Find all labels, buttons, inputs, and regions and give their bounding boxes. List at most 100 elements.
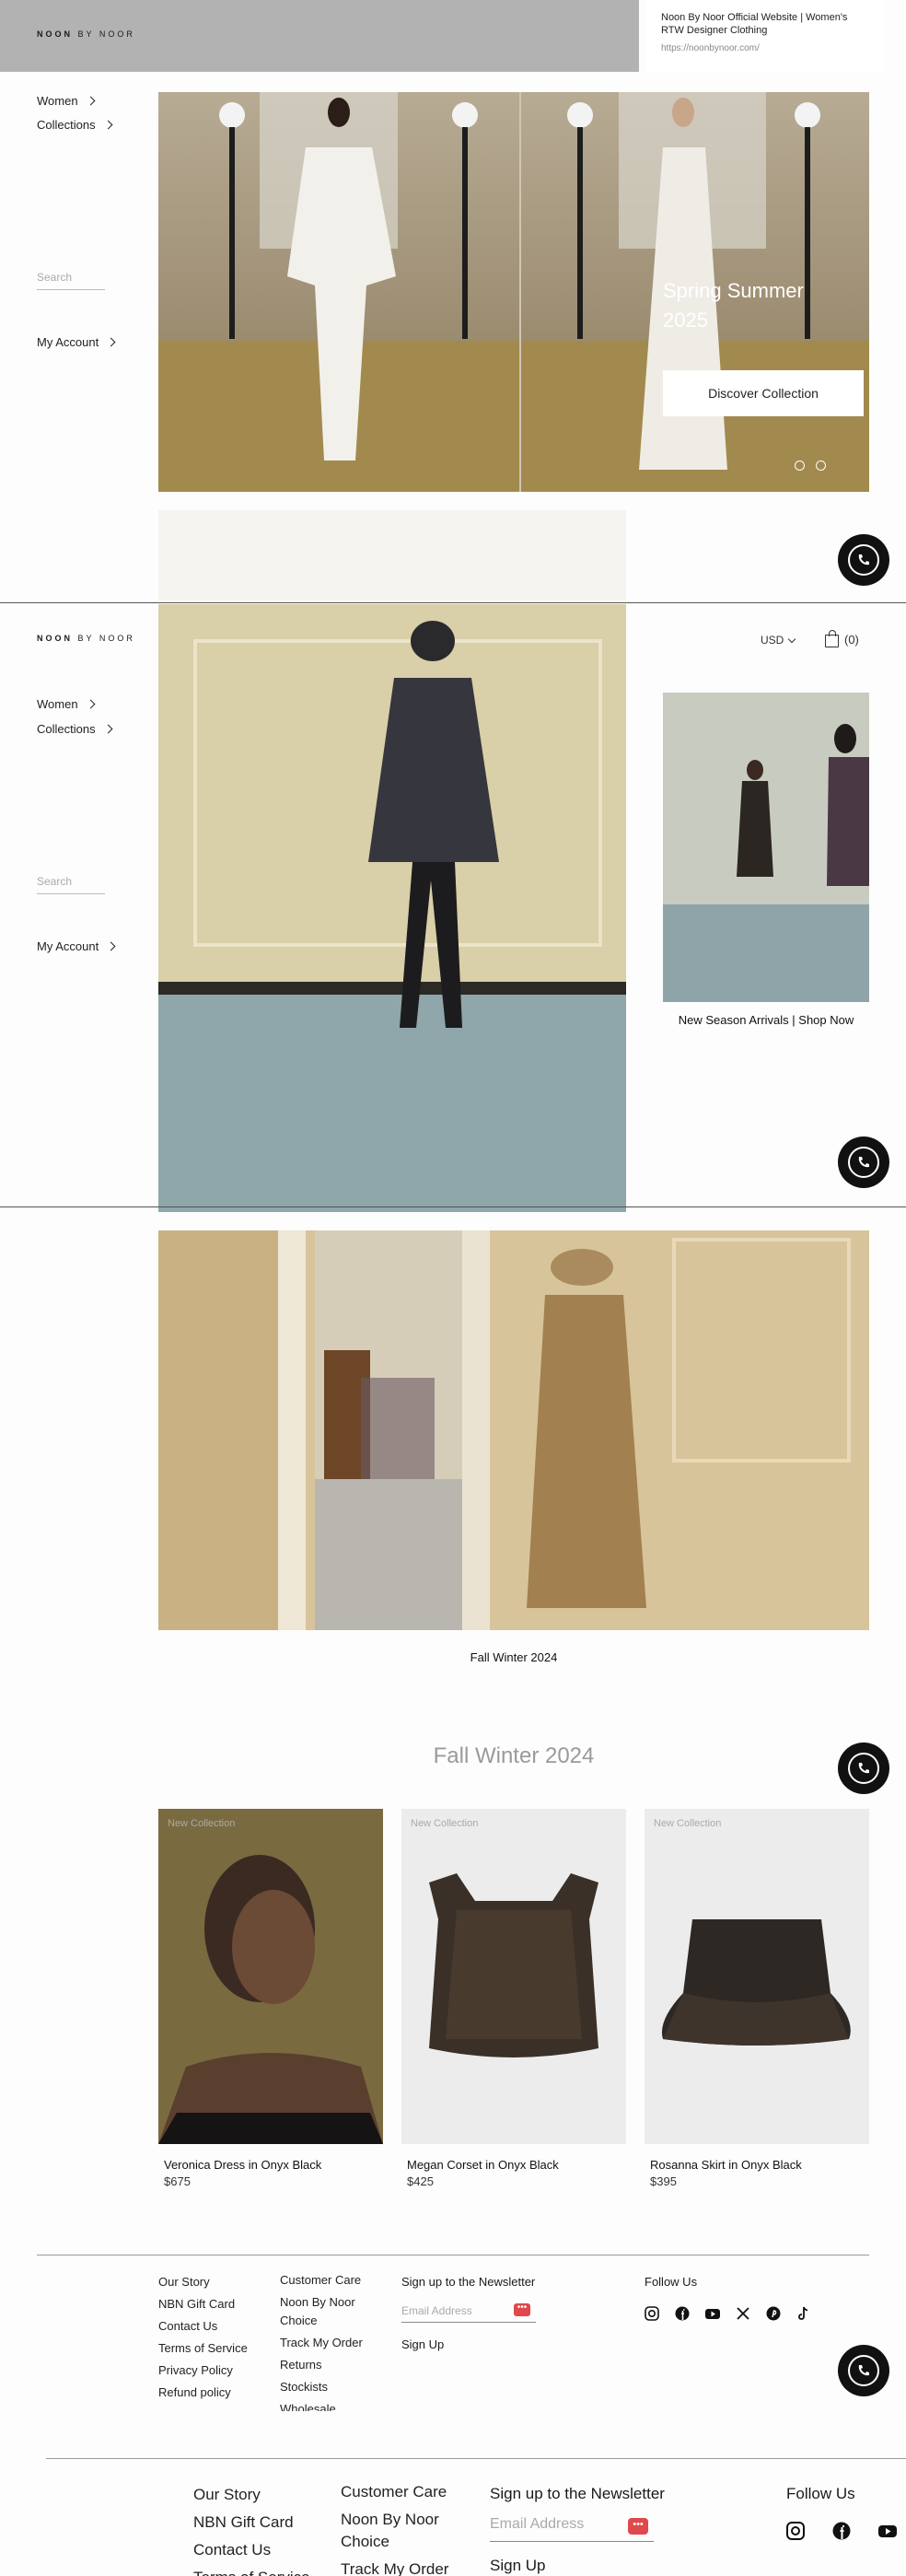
newsletter-title-large: Sign up to the Newsletter xyxy=(490,2485,665,2502)
product-name[interactable]: Megan Corset in Onyx Black xyxy=(401,2158,626,2172)
footer-link[interactable]: Track My Order xyxy=(341,2559,448,2576)
footer-large-col-care: Customer Care Noon By Noor Choice Track … xyxy=(341,2481,448,2576)
tooltip-title: Noon By Noor Official Website | Women's … xyxy=(661,12,848,36)
footer-link[interactable]: NBN Gift Card xyxy=(158,2293,248,2315)
chevron-right-icon xyxy=(103,120,113,130)
screen-divider xyxy=(0,602,906,603)
product-image[interactable]: New Collection xyxy=(401,1809,626,2144)
footer-link[interactable]: Privacy Policy xyxy=(158,2360,248,2382)
whatsapp-button[interactable] xyxy=(838,2345,889,2396)
collection-title: Fall Winter 2024 xyxy=(433,1743,595,1768)
sidebar-item-women[interactable]: Women xyxy=(37,94,96,108)
autofill-icon[interactable]: ••• xyxy=(628,2518,648,2535)
footer-link[interactable]: NBN Gift Card xyxy=(193,2509,310,2536)
my-account-link[interactable]: My Account xyxy=(37,939,116,953)
facebook-icon[interactable] xyxy=(675,2306,690,2321)
new-season-caption[interactable]: New Season Arrivals | Shop Now xyxy=(663,1013,869,1027)
footer-link[interactable]: Terms of Service xyxy=(193,2564,310,2576)
chevron-right-icon xyxy=(86,96,96,106)
new-collection-badge: New Collection xyxy=(411,1818,479,1829)
brand-logo[interactable]: NOON BY NOOR xyxy=(37,29,135,39)
product-card[interactable]: New Collection Veronica Dress in Onyx Bl… xyxy=(158,1809,383,2188)
footer-link[interactable]: Our Story xyxy=(158,2271,248,2293)
newsletter-field[interactable]: Email Address ••• xyxy=(401,2302,536,2323)
footer-link[interactable]: Track My Order xyxy=(280,2334,381,2352)
sidebar-item-women[interactable]: Women xyxy=(37,697,96,711)
instagram-icon[interactable] xyxy=(786,2522,805,2540)
sidebar-item-collections[interactable]: Collections xyxy=(37,118,113,132)
tiktok-icon[interactable] xyxy=(796,2306,811,2321)
search-input[interactable]: Search xyxy=(37,271,105,290)
footer-link[interactable]: Refund policy xyxy=(158,2382,248,2404)
product-price: $675 xyxy=(164,2174,191,2188)
youtube-icon[interactable] xyxy=(705,2306,720,2321)
product-image[interactable]: New Collection xyxy=(645,1809,869,2144)
footer-link[interactable]: Wholesale xyxy=(280,2400,381,2411)
tooltip-url: https://noonbynoor.com/ xyxy=(661,43,760,53)
currency-selector[interactable]: USD xyxy=(761,634,796,647)
pinterest-icon[interactable] xyxy=(766,2306,781,2321)
follow-us-title-large: Follow Us xyxy=(786,2485,855,2502)
signup-button[interactable]: Sign Up xyxy=(401,2337,444,2351)
hero-title: Spring Summer 2025 xyxy=(663,279,804,332)
newsletter-field-large[interactable]: Email Address ••• xyxy=(490,2516,654,2542)
product-name[interactable]: Rosanna Skirt in Onyx Black xyxy=(645,2158,869,2172)
search-input[interactable]: Search xyxy=(37,875,105,894)
footer-link[interactable]: Stockists xyxy=(280,2378,381,2396)
feature-image-runway[interactable] xyxy=(158,604,626,1212)
footer-divider-large xyxy=(46,2458,906,2459)
footer-col-care: Customer Care Noon By Noor Choice Track … xyxy=(280,2271,381,2411)
my-account-link[interactable]: My Account xyxy=(37,335,116,349)
follow-us-title: Follow Us xyxy=(645,2275,698,2289)
sidebar-item-collections[interactable]: Collections xyxy=(37,722,113,736)
discover-collection-button[interactable]: Discover Collection xyxy=(663,370,864,416)
footer-link[interactable]: Returns xyxy=(280,2356,381,2374)
facebook-icon[interactable] xyxy=(832,2522,851,2540)
bag-icon xyxy=(825,630,839,647)
whatsapp-button[interactable] xyxy=(838,534,889,586)
footer-link[interactable]: Customer Care xyxy=(341,2481,448,2503)
screen-divider xyxy=(0,1206,906,1207)
footer-link[interactable]: Contact Us xyxy=(158,2315,248,2337)
chevron-right-icon xyxy=(106,337,116,347)
hero-slider[interactable]: Spring Summer 2025 Discover Collection xyxy=(158,92,869,492)
product-photo xyxy=(158,1809,383,2144)
feature-image-fall-winter[interactable] xyxy=(158,1230,869,1630)
chevron-right-icon xyxy=(86,699,96,709)
x-icon[interactable] xyxy=(736,2306,750,2321)
footer-link[interactable]: Noon By Noor Choice xyxy=(280,2293,381,2330)
product-image[interactable]: New Collection xyxy=(158,1809,383,2144)
whatsapp-button[interactable] xyxy=(838,1136,889,1188)
autofill-icon[interactable]: ••• xyxy=(514,2303,530,2316)
instagram-icon[interactable] xyxy=(645,2306,659,2321)
product-price: $395 xyxy=(650,2174,677,2188)
slider-dot[interactable] xyxy=(816,460,826,471)
cart-button[interactable]: (0) xyxy=(825,630,859,647)
product-price: $425 xyxy=(407,2174,434,2188)
phone-icon xyxy=(858,554,869,565)
email-input[interactable]: Email Address xyxy=(401,2304,472,2317)
footer-link: Choice xyxy=(341,2533,389,2550)
product-card[interactable]: New Collection Rosanna Skirt in Onyx Bla… xyxy=(645,1809,869,2188)
new-collection-badge: New Collection xyxy=(168,1818,236,1829)
newsletter-title: Sign up to the Newsletter xyxy=(401,2275,536,2289)
product-photo xyxy=(429,1873,598,2057)
signup-button-large[interactable]: Sign Up xyxy=(490,2557,545,2575)
social-icons-large xyxy=(786,2522,897,2540)
footer-large-col-about: Our Story NBN Gift Card Contact Us Terms… xyxy=(193,2481,310,2576)
footer-link[interactable]: Our Story xyxy=(193,2481,310,2509)
footer-link[interactable]: Noon By Noor xyxy=(341,2509,448,2531)
fall-winter-caption[interactable]: Fall Winter 2024 xyxy=(158,1650,869,1664)
page-tooltip: Noon By Noor Official Website | Women's … xyxy=(646,0,884,72)
footer-link[interactable]: Terms of Service xyxy=(158,2337,248,2360)
product-card[interactable]: New Collection Megan Corset in Onyx Blac… xyxy=(401,1809,626,2188)
brand-logo[interactable]: NOON BY NOOR xyxy=(37,634,135,643)
youtube-icon[interactable] xyxy=(878,2522,897,2540)
email-input[interactable]: Email Address xyxy=(490,2516,584,2532)
product-name[interactable]: Veronica Dress in Onyx Black xyxy=(158,2158,383,2172)
footer-link[interactable]: Contact Us xyxy=(193,2536,310,2564)
footer-link[interactable]: Customer Care xyxy=(280,2271,381,2290)
slider-dot[interactable] xyxy=(795,460,805,471)
social-icons xyxy=(645,2306,811,2321)
feature-image-new-season[interactable] xyxy=(663,693,869,1002)
